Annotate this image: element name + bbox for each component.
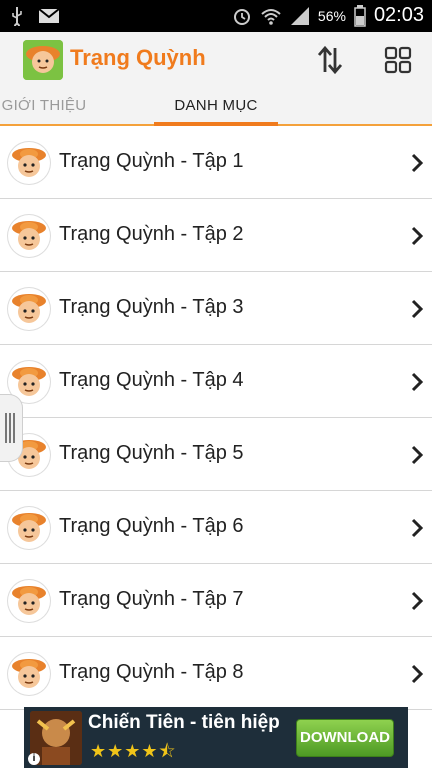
chevron-right-icon [411, 372, 424, 392]
sort-icon [317, 45, 343, 75]
gmail-icon [38, 8, 60, 23]
chevron-right-icon [411, 518, 424, 538]
quynh-avatar-icon [8, 653, 50, 695]
list-item[interactable]: Trạng Quỳnh - Tập 5 [0, 418, 432, 491]
chevron-right-icon [411, 153, 424, 173]
quynh-avatar-icon [8, 142, 50, 184]
chevron-right-icon [411, 226, 424, 246]
usb-icon [12, 7, 22, 26]
quynh-avatar-icon [8, 215, 50, 257]
episode-list: Trạng Quỳnh - Tập 1 Trạng Quỳnh - Tập 2 Tr… [0, 126, 432, 710]
tab-gioi-thieu[interactable]: GIỚI THIỆU [0, 88, 104, 124]
quynh-avatar-icon [8, 288, 50, 330]
list-item-label: Trạng Quỳnh - Tập 8 [59, 661, 244, 683]
wifi-icon [261, 8, 281, 25]
chevron-right-icon [411, 299, 424, 319]
list-item-label: Trạng Quỳnh - Tập 7 [59, 588, 244, 610]
list-item-label: Trạng Quỳnh - Tập 2 [59, 223, 244, 245]
battery-icon [354, 4, 366, 27]
list-item-label: Trạng Quỳnh - Tập 6 [59, 515, 244, 537]
grid-icon [384, 46, 412, 74]
list-item-label: Trạng Quỳnh - Tập 4 [59, 369, 244, 391]
app-title: Trạng Quỳnh [70, 45, 206, 70]
drawer-handle[interactable] [0, 394, 23, 462]
chevron-right-icon [411, 445, 424, 465]
grid-view-button[interactable] [376, 40, 420, 80]
list-item[interactable]: Trạng Quỳnh - Tập 3 [0, 272, 432, 345]
status-bar: 56% 02:03 [0, 0, 432, 32]
list-item-label: Trạng Quỳnh - Tập 5 [59, 442, 244, 464]
list-item[interactable]: Trạng Quỳnh - Tập 1 [0, 126, 432, 199]
app-logo[interactable] [23, 40, 63, 80]
list-item[interactable]: Trạng Quỳnh - Tập 6 [0, 491, 432, 564]
list-item-label: Trạng Quỳnh - Tập 3 [59, 296, 244, 318]
ad-title: Chiến Tiên - tiên hiệp [88, 712, 280, 733]
quynh-avatar-icon [8, 580, 50, 622]
clock: 02:03 [373, 4, 424, 26]
tab-danh-muc[interactable]: DANH MỤC [154, 88, 278, 126]
list-item[interactable]: Trạng Quỳnh - Tập 7 [0, 564, 432, 637]
list-item[interactable]: Trạng Quỳnh - Tập 2 [0, 199, 432, 272]
quynh-avatar-icon [8, 507, 50, 549]
action-bar: Trạng Quỳnh [0, 32, 432, 89]
chevron-right-icon [411, 664, 424, 684]
ad-banner[interactable]: Chiến Tiên - tiên hiệp ★★★★⯪ DOWNLOAD i [24, 707, 408, 768]
sort-button[interactable] [308, 40, 352, 80]
list-item[interactable]: Trạng Quỳnh - Tập 8 [0, 637, 432, 710]
signal-icon [290, 6, 309, 25]
ad-info-icon[interactable]: i [28, 753, 40, 765]
list-item-label: Trạng Quỳnh - Tập 1 [59, 150, 244, 172]
ad-rating-stars: ★★★★⯪ [90, 741, 177, 761]
list-item[interactable]: Trạng Quỳnh - Tập 4 [0, 345, 432, 418]
tab-bar: GIỚI THIỆU DANH MỤC [0, 88, 432, 126]
quynh-logo-icon [23, 40, 63, 80]
battery-percent: 56% [317, 7, 346, 24]
chevron-right-icon [411, 591, 424, 611]
alarm-icon [233, 8, 250, 25]
ad-download-button[interactable]: DOWNLOAD [296, 719, 394, 757]
